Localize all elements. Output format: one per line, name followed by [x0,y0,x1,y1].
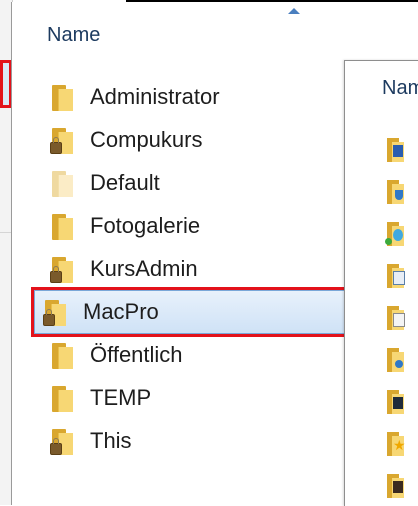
locked-folder-icon [50,427,78,455]
list-item-label: TEMP [90,385,152,410]
name-column-header[interactable]: Name [47,24,100,47]
list-item-label: Compukurs [90,127,203,152]
list-item-fotogalerie[interactable]: Fotogalerie [36,206,346,246]
folder-icon [52,83,78,111]
locked-folder-icon [50,255,78,283]
sort-ascending-icon[interactable] [288,8,300,14]
music-folder-icon[interactable] [387,346,411,372]
network-folder-icon[interactable] [385,220,411,246]
list-item-kursadmin[interactable]: KursAdmin [36,249,346,289]
list-item-label: This [90,428,132,453]
file-list-panel: Name Administrator Compukurs Default Fot… [11,2,357,505]
list-item-label: MacPro [83,299,159,324]
list-item-label: KursAdmin [90,256,198,281]
folder-icon [52,341,78,369]
templates-folder-icon[interactable] [387,304,411,330]
list-item-this[interactable]: This [36,421,346,461]
list-item-label: Administrator [90,84,220,109]
documents-folder-icon[interactable] [387,262,411,288]
list-item-administrator[interactable]: Administrator [36,77,346,117]
list-item-label: Fotogalerie [90,213,201,238]
locked-folder-icon [50,126,78,154]
pictures-folder-icon[interactable] [387,472,411,498]
name-column-header[interactable]: Name [382,77,418,100]
list-item-temp[interactable]: TEMP [36,378,346,418]
list-item-label: Default [90,170,160,195]
videos-folder-icon[interactable] [387,388,411,414]
folder-icon [52,212,78,240]
list-item-compukurs[interactable]: Compukurs [36,120,346,160]
downloads-folder-icon[interactable] [387,178,411,204]
list-item-offentlich[interactable]: Öffentlich [36,335,346,375]
list-item-macpro[interactable]: MacPro [34,290,354,334]
list-item-default[interactable]: Default [36,163,346,203]
list-item-label: Öffentlich [90,342,183,367]
locked-folder-icon [43,298,71,326]
desktop-folder-icon[interactable] [387,136,411,162]
second-file-list-panel: Name ★ [344,60,418,506]
folder-icon [52,169,78,197]
folder-icon [52,384,78,412]
favorites-folder-icon[interactable]: ★ [387,430,411,456]
